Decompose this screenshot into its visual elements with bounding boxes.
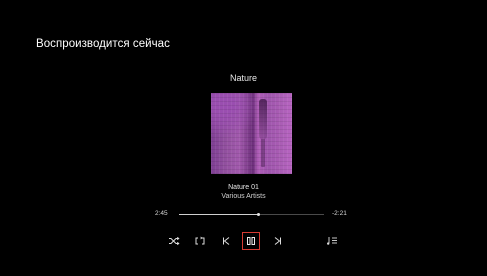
progress-bar[interactable]	[179, 213, 324, 216]
time-remaining: -2:21	[332, 210, 347, 217]
repeat-icon	[195, 236, 205, 245]
next-button[interactable]	[270, 233, 286, 249]
previous-button[interactable]	[218, 233, 234, 249]
repeat-button[interactable]	[192, 233, 208, 249]
track-title: Nature 01	[228, 184, 259, 191]
album-art	[211, 93, 292, 174]
time-elapsed: 2:45	[155, 210, 168, 217]
skip-next-icon	[274, 237, 281, 245]
pause-button[interactable]	[242, 232, 260, 250]
shuffle-button[interactable]	[166, 233, 182, 249]
shuffle-icon	[169, 236, 180, 246]
pause-icon	[247, 237, 255, 245]
progress-fill	[179, 214, 259, 215]
queue-icon	[327, 237, 337, 245]
track-artist: Various Artists	[221, 193, 266, 200]
skip-previous-icon	[223, 237, 230, 245]
queue-button[interactable]	[324, 233, 340, 249]
page-title: Воспроизводится сейчас	[36, 38, 170, 50]
album-title: Nature	[229, 73, 257, 83]
